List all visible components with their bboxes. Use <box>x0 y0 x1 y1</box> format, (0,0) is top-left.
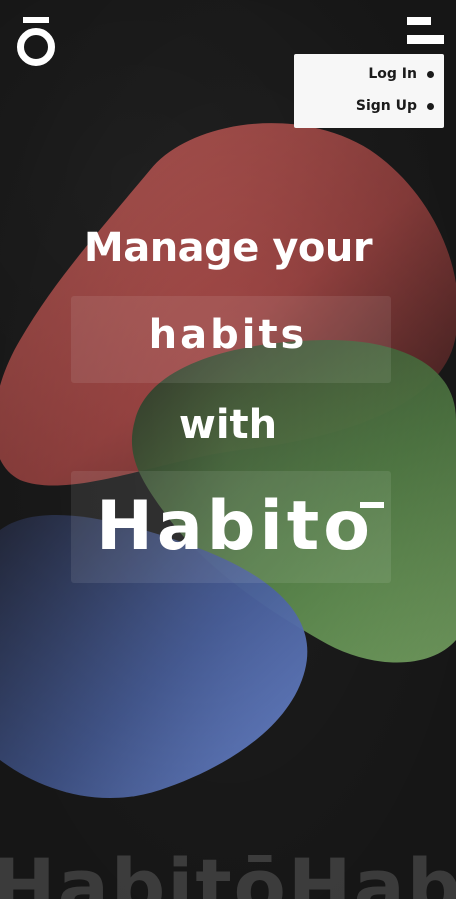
signup-label: Sign Up <box>355 98 417 114</box>
hero-line-1: Manage your <box>83 225 373 271</box>
hamburger-menu-icon[interactable] <box>407 17 444 45</box>
background-blobs <box>0 0 456 899</box>
landing-page: HabitōHab Log In Sign Up Manage your hab… <box>0 0 456 899</box>
brand-macron-icon <box>360 502 384 508</box>
habito-logo-icon[interactable] <box>17 17 55 66</box>
hero-line-2: habits <box>148 312 308 358</box>
hero-line-3: with <box>178 402 278 448</box>
bullet-icon <box>427 102 434 110</box>
brand-watermark: HabitōHab <box>0 842 456 899</box>
login-label: Log In <box>368 66 417 82</box>
bullet-icon <box>427 70 434 78</box>
login-link[interactable]: Log In <box>368 63 434 85</box>
brand-title: Habito <box>96 487 375 566</box>
signup-link[interactable]: Sign Up <box>356 95 434 117</box>
account-dropdown: Log In Sign Up <box>294 54 444 128</box>
